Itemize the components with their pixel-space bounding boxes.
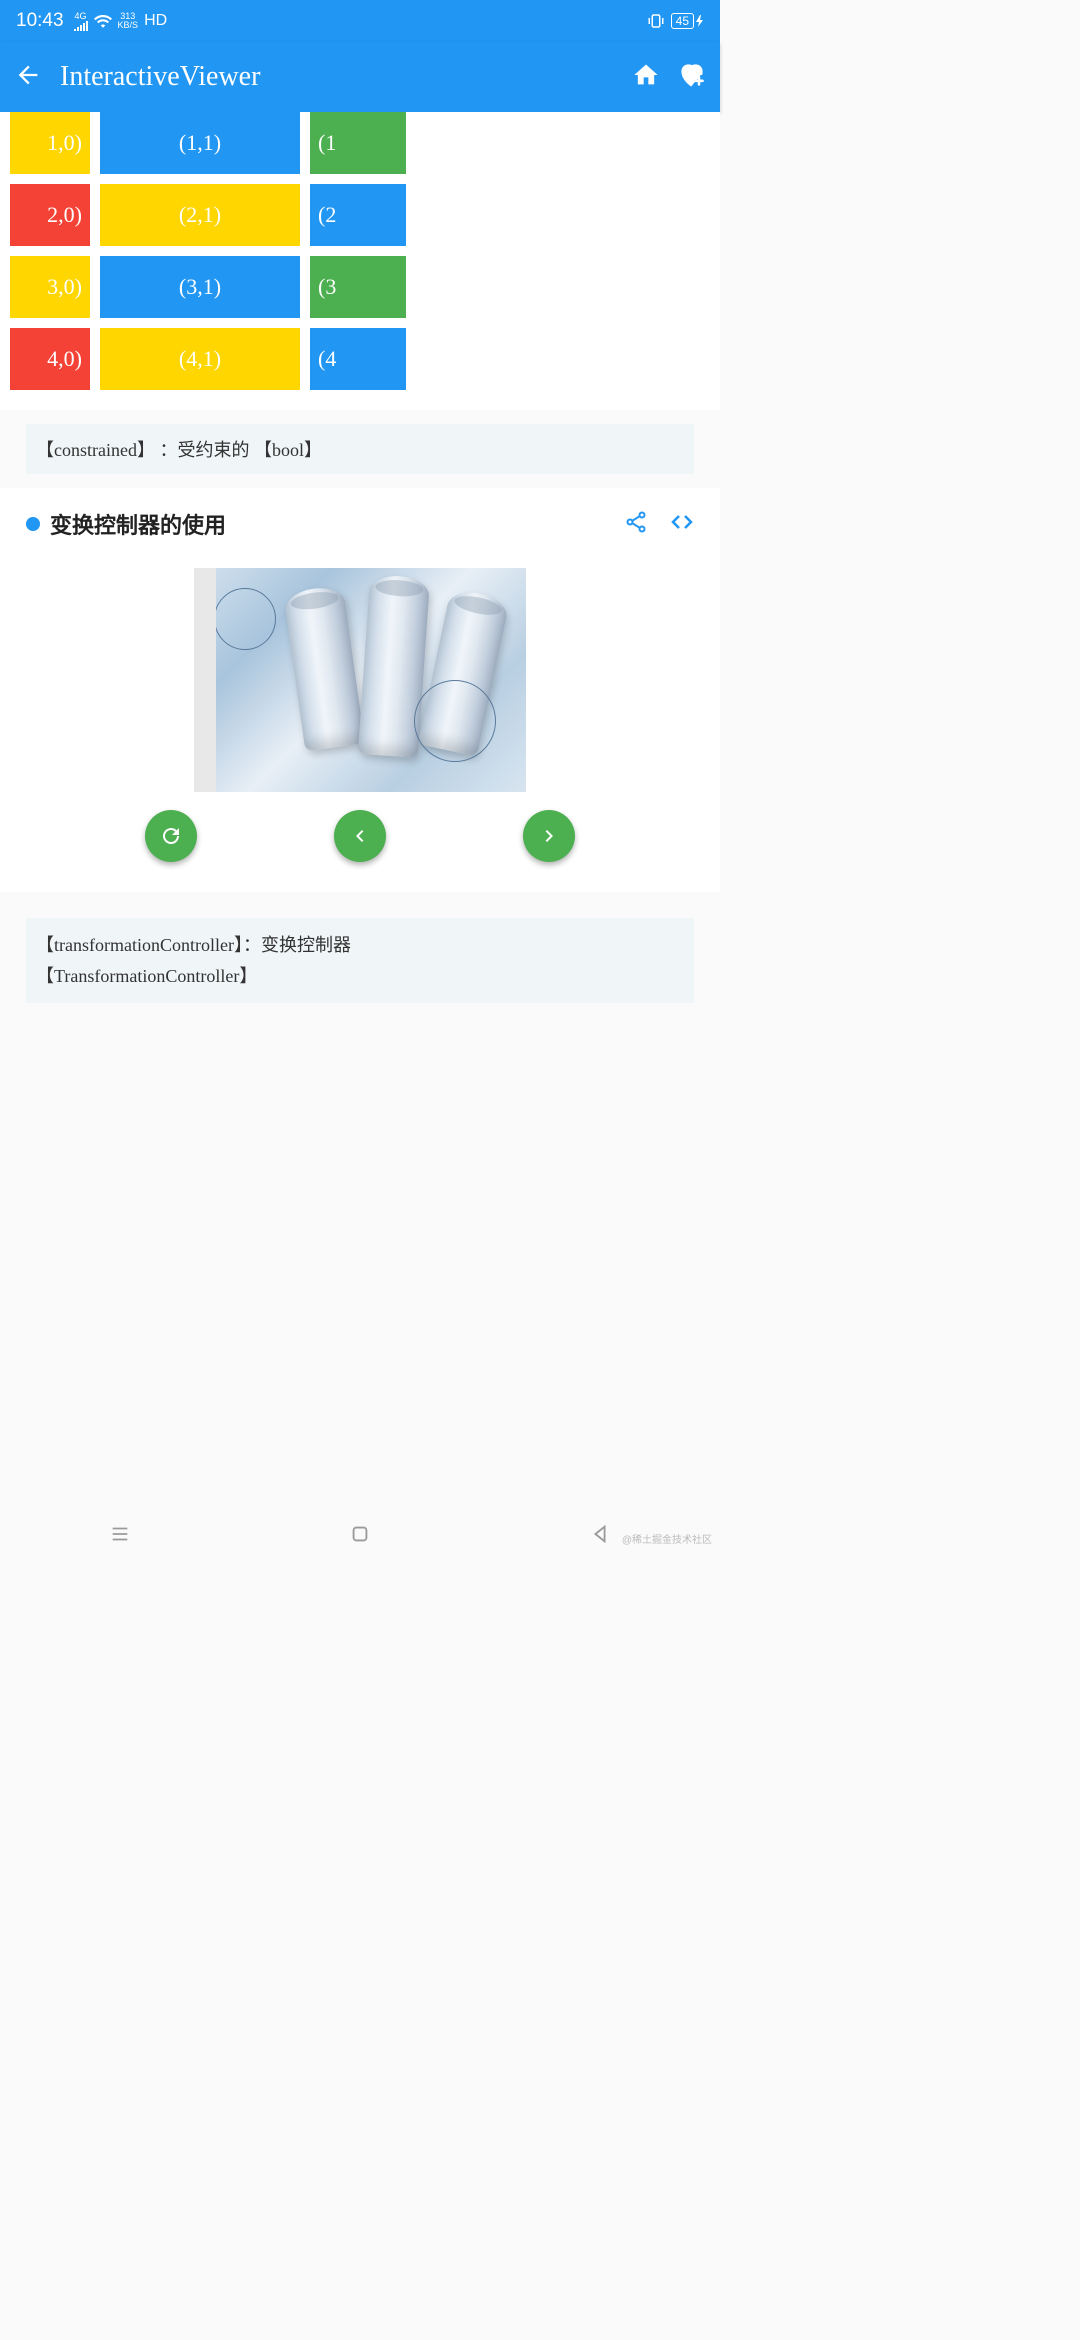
nav-home-button[interactable] [349, 1523, 371, 1550]
section-title: 变换控制器的使用 [50, 508, 614, 540]
chevron-left-icon [348, 824, 372, 848]
system-nav-bar [0, 1512, 720, 1560]
paper-roll [418, 588, 510, 757]
reset-button[interactable] [145, 810, 197, 862]
nav-recent-button[interactable] [109, 1523, 131, 1550]
content-scroll[interactable]: 1,0) (1,1) (1 2,0) (2,1) (2 3,0) (3,1) (… [0, 112, 720, 1003]
status-left: 10:43 4G 313 KB/S HD [16, 10, 167, 32]
favorite-button[interactable] [678, 61, 706, 94]
status-right: 45 [647, 13, 704, 29]
paper-roll [283, 585, 365, 752]
next-button[interactable] [523, 810, 575, 862]
app-bar: InteractiveViewer [0, 42, 720, 112]
home-button[interactable] [632, 61, 660, 94]
heart-plus-icon [678, 61, 706, 89]
blueprint-image[interactable] [194, 568, 526, 792]
blueprint-bg [194, 568, 526, 792]
grid-cell: (2,1) [100, 184, 300, 246]
speed-indicator: 313 KB/S [118, 12, 139, 30]
grid-cell: (1,1) [100, 112, 300, 174]
property-description-2: 【transformationController】：变换控制器 【Transf… [26, 918, 694, 1003]
menu-icon [109, 1523, 131, 1545]
page-title: InteractiveViewer [60, 61, 614, 93]
signal-icon [74, 21, 88, 31]
watermark: @稀土掘金技术社区 [622, 1531, 712, 1546]
grid-cell: (3,1) [100, 256, 300, 318]
battery-indicator: 45 [671, 13, 704, 29]
property-description: 【constrained】 ：受约束的 【bool】 [26, 424, 694, 474]
grid-cell: 1,0) [10, 112, 90, 174]
charging-icon [696, 15, 704, 27]
control-button-row [26, 792, 694, 862]
triangle-back-icon [589, 1523, 611, 1545]
grid-row: 3,0) (3,1) (3 [10, 256, 694, 318]
section-header: 变换控制器的使用 [26, 508, 694, 540]
grid-cell: 3,0) [10, 256, 90, 318]
interactive-grid-demo[interactable]: 1,0) (1,1) (1 2,0) (2,1) (2 3,0) (3,1) (… [0, 112, 720, 410]
refresh-icon [159, 824, 183, 848]
prop-line: 【TransformationController】 [36, 961, 684, 992]
nav-back-button[interactable] [589, 1523, 611, 1550]
square-icon [349, 1523, 371, 1545]
share-button[interactable] [624, 510, 648, 539]
grid-cell: 2,0) [10, 184, 90, 246]
grid-cell: (4,1) [100, 328, 300, 390]
image-edge [194, 568, 216, 792]
grid-cell: (3 [310, 256, 406, 318]
hd-indicator: HD [144, 12, 167, 30]
section-transform-controller: 变换控制器的使用 [0, 488, 720, 892]
demo-image-container [26, 568, 694, 792]
code-button[interactable] [670, 510, 694, 539]
status-time: 10:43 [16, 10, 64, 32]
chevron-right-icon [537, 824, 561, 848]
paper-roll [358, 574, 430, 758]
grid-cell: (1 [310, 112, 406, 174]
bullet-icon [26, 517, 40, 531]
grid-cell: (2 [310, 184, 406, 246]
prop-line: 【transformationController】：变换控制器 [36, 930, 684, 961]
grid-cell: 4,0) [10, 328, 90, 390]
code-icon [670, 510, 694, 534]
grid-wrap: 1,0) (1,1) (1 2,0) (2,1) (2 3,0) (3,1) (… [10, 112, 694, 390]
grid-row: 1,0) (1,1) (1 [10, 112, 694, 174]
status-bar: 10:43 4G 313 KB/S HD 45 [0, 0, 720, 42]
back-button[interactable] [14, 61, 42, 94]
grid-row: 4,0) (4,1) (4 [10, 328, 694, 390]
prev-button[interactable] [334, 810, 386, 862]
home-icon [632, 61, 660, 89]
grid-cell: (4 [310, 328, 406, 390]
share-icon [624, 510, 648, 534]
arrow-back-icon [14, 61, 42, 89]
grid-row: 2,0) (2,1) (2 [10, 184, 694, 246]
vibrate-icon [647, 13, 665, 29]
wifi-icon [94, 14, 112, 28]
network-indicator: 4G [74, 12, 88, 31]
